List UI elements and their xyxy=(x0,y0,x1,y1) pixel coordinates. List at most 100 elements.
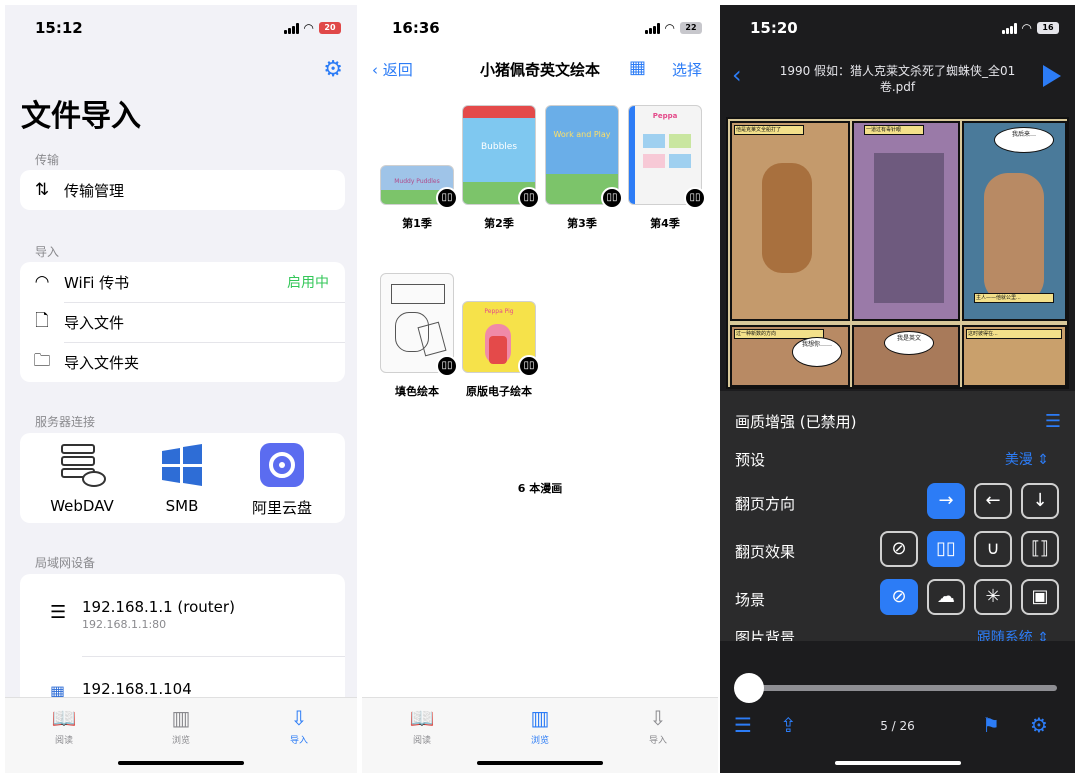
import-folder-row[interactable]: 🗀 导入文件夹 xyxy=(20,342,345,382)
comic-panel: 一道过有毒针眼 xyxy=(852,121,960,321)
book-season-3[interactable]: Work and Play ▯▯ xyxy=(545,101,623,209)
tab-bar: 📖 阅读 ▥ 浏览 ⇩ 导入 xyxy=(362,697,718,773)
library-icon: ▥ xyxy=(530,706,550,730)
chevron-up-down-icon: ⇕ xyxy=(1037,452,1049,468)
no-scene-icon[interactable]: ⊘ xyxy=(880,579,918,615)
book-season-2[interactable]: Bubbles ▯▯ xyxy=(462,101,540,209)
aliyun-drive-icon xyxy=(260,443,304,487)
comic-page[interactable]: 他是克莱文全船打了 一道过有毒针眼 我后来… 主人——他就公里... 过一种新数… xyxy=(726,117,1069,389)
section-transfer: 传输 xyxy=(35,153,60,167)
tab-import[interactable]: ⇩ 导入 xyxy=(628,706,688,746)
page-title: 文件导入 xyxy=(21,99,141,134)
wifi-import-row[interactable]: ◠ WiFi 传书 启用中 xyxy=(20,262,345,302)
device-row[interactable]: ☰ 192.168.1.1 (router) 192.168.1.1:80 xyxy=(20,594,345,644)
aliyun-drive-button[interactable]: 阿里云盘 xyxy=(232,443,332,518)
home-indicator xyxy=(477,761,603,765)
reader-header: 15:20 ◠ 16 ‹ 1990 假如：猎人克莱文杀死了蜘蛛侠_全01卷.pd… xyxy=(720,5,1075,109)
book-open-icon: ▯▯ xyxy=(436,187,458,209)
book-label: 第2季 xyxy=(484,217,514,230)
book-label: 原版电子绘本 xyxy=(466,385,532,398)
webdav-button[interactable]: WebDAV xyxy=(32,443,132,515)
book-open-icon: ▯▯ xyxy=(518,187,540,209)
transfer-arrows-icon: ⇅ xyxy=(34,180,50,200)
status-bar: 15:20 ◠ 16 xyxy=(720,5,1075,49)
status-time: 15:20 xyxy=(750,19,798,37)
comic-panel: 过一种新数的方向 我想你…… xyxy=(730,325,850,387)
arrow-right-icon[interactable]: → xyxy=(927,483,965,519)
tray-download-icon: ⇩ xyxy=(649,706,667,730)
book-coloring[interactable]: ▯▯ xyxy=(380,269,458,377)
book-open-icon: ▯▯ xyxy=(601,187,623,209)
book-open-icon: ▯▯ xyxy=(684,187,706,209)
server-card: WebDAV SMB 阿里云盘 xyxy=(20,433,345,523)
preset-select[interactable]: 美漫 ⇕ xyxy=(1005,449,1049,469)
no-effect-icon[interactable]: ⊘ xyxy=(880,531,918,567)
transfer-manage-row[interactable]: ⇅ 传输管理 xyxy=(20,170,345,210)
arrow-down-icon[interactable]: ↓ xyxy=(1021,483,1059,519)
magnet-icon[interactable]: ∪ xyxy=(974,531,1012,567)
comic-panel: 他是克莱文全船打了 xyxy=(730,121,850,321)
tab-import[interactable]: ⇩ 导入 xyxy=(269,706,329,746)
play-icon[interactable] xyxy=(1043,65,1061,87)
book-label: 第4季 xyxy=(650,217,680,230)
firework-icon[interactable]: ✳ xyxy=(974,579,1012,615)
file-add-icon: 🗋 xyxy=(35,310,49,331)
home-indicator xyxy=(834,761,961,765)
book-season-1[interactable]: Muddy Puddles ▯▯ xyxy=(380,101,458,209)
book-label: 第1季 xyxy=(402,217,432,230)
folder-add-icon: 🗀 xyxy=(33,350,51,371)
library-icon: ▥ xyxy=(171,706,191,730)
reader-settings-panel: 画质增强 (已禁用) ☰ 预设 美漫 ⇕ 翻页方向 → ← ↓ 翻页效果 ⊘ ▯… xyxy=(720,391,1075,641)
tab-read[interactable]: 📖 阅读 xyxy=(392,706,452,746)
status-time: 15:12 xyxy=(35,19,83,37)
book-curl-icon[interactable]: ▯▯ xyxy=(927,531,965,567)
comic-panel: 这时彼得在... xyxy=(962,325,1067,387)
tab-browse[interactable]: ▥ 浏览 xyxy=(151,706,211,746)
status-bar: 16:36 ◠ 22 xyxy=(362,5,718,49)
tab-read[interactable]: 📖 阅读 xyxy=(34,706,94,746)
comic-panel: 我是英文 xyxy=(852,325,960,387)
signal-icon xyxy=(283,22,299,34)
book-label: 第3季 xyxy=(567,217,597,230)
chevron-left-icon[interactable]: ‹ xyxy=(732,61,742,89)
windows-icon xyxy=(162,444,202,486)
webdav-server-icon xyxy=(61,444,106,487)
grid-view-icon[interactable]: ▦ xyxy=(629,57,646,78)
reader-footer: ☰ ⇪ 5 / 26 ⚑ ⚙ xyxy=(720,641,1075,773)
sliders-icon[interactable]: ☰ xyxy=(1045,411,1061,432)
settings-gear-icon[interactable]: ⚙ xyxy=(323,57,343,82)
select-button[interactable]: 选择 xyxy=(672,59,702,80)
section-import: 导入 xyxy=(35,245,60,259)
comic-panel: 我后来… 主人——他就公里... xyxy=(962,121,1067,321)
book-icon: 📖 xyxy=(409,706,435,730)
file-title: 1990 假如：猎人克莱文杀死了蜘蛛侠_全01卷.pdf xyxy=(779,64,1016,94)
book-season-4[interactable]: Peppa ▯▯ xyxy=(628,101,706,209)
slide-icon[interactable]: ⟦⟧ xyxy=(1021,531,1059,567)
section-lan: 局域网设备 xyxy=(35,556,96,570)
rain-cloud-icon[interactable]: ☁ xyxy=(927,579,965,615)
tab-bar: 📖 阅读 ▥ 浏览 ⇩ 导入 xyxy=(5,697,357,773)
gear-icon[interactable]: ⚙ xyxy=(1030,713,1048,737)
train-icon[interactable]: ▣ xyxy=(1021,579,1059,615)
smb-button[interactable]: SMB xyxy=(132,443,232,515)
page-number: 5 / 26 xyxy=(880,719,915,733)
tab-browse[interactable]: ▥ 浏览 xyxy=(510,706,570,746)
signal-icon xyxy=(644,22,660,34)
status-bar: 15:12 ◠ 20 xyxy=(5,5,357,49)
page-slider[interactable] xyxy=(748,685,1057,691)
book-open-icon: ▯▯ xyxy=(436,355,458,377)
import-file-row[interactable]: 🗋 导入文件 xyxy=(20,302,345,342)
wifi-icon: ◠ xyxy=(303,21,314,35)
slider-knob[interactable] xyxy=(734,673,764,703)
book-original[interactable]: Peppa Pig ▯▯ xyxy=(462,269,540,377)
comic-reader-screen: 15:20 ◠ 16 ‹ 1990 假如：猎人克莱文杀死了蜘蛛侠_全01卷.pd… xyxy=(720,5,1075,773)
book-open-icon: ▯▯ xyxy=(518,355,540,377)
router-icon: ☰ xyxy=(50,602,67,623)
section-server: 服务器连接 xyxy=(35,415,96,429)
bookmark-icon[interactable]: ⚑ xyxy=(982,713,1000,737)
wifi-status: 启用中 xyxy=(287,275,329,291)
wifi-icon: ◠ xyxy=(34,272,50,292)
book-list-screen: 16:36 ◠ 22 ‹ 返回 小猪佩奇英文绘本 ▦ 选择 Muddy Pudd… xyxy=(362,5,718,773)
arrow-left-icon[interactable]: ← xyxy=(974,483,1012,519)
signal-icon xyxy=(1001,22,1017,34)
